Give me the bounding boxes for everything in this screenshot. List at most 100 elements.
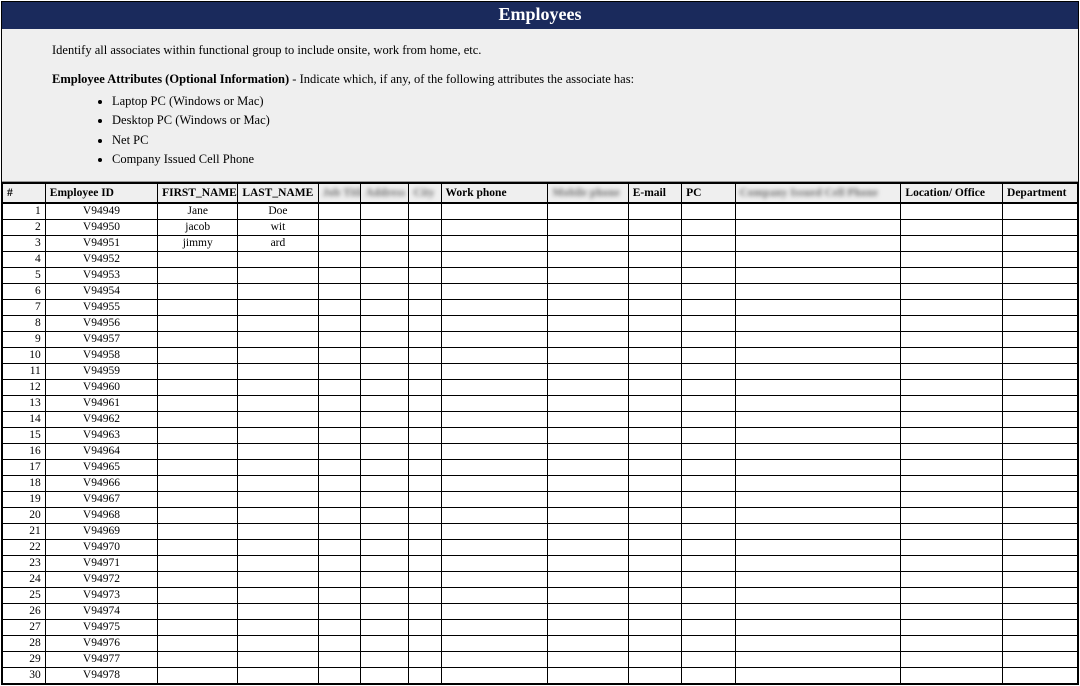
cell-employee-id[interactable]: V94975 bbox=[45, 620, 157, 636]
cell-blurred-d[interactable] bbox=[548, 540, 628, 556]
cell-pc[interactable] bbox=[682, 652, 735, 668]
cell-email[interactable] bbox=[628, 284, 681, 300]
cell-first-name[interactable] bbox=[158, 540, 238, 556]
cell-row-number[interactable]: 10 bbox=[3, 348, 46, 364]
cell-blurred-b[interactable] bbox=[361, 332, 409, 348]
cell-pc[interactable] bbox=[682, 284, 735, 300]
cell-blurred-d[interactable] bbox=[548, 444, 628, 460]
cell-blurred-e[interactable] bbox=[735, 508, 901, 524]
cell-first-name[interactable] bbox=[158, 252, 238, 268]
cell-email[interactable] bbox=[628, 492, 681, 508]
cell-email[interactable] bbox=[628, 636, 681, 652]
cell-work-phone[interactable] bbox=[441, 220, 548, 236]
cell-blurred-c[interactable] bbox=[409, 476, 441, 492]
cell-blurred-d[interactable] bbox=[548, 604, 628, 620]
cell-department[interactable] bbox=[1003, 476, 1078, 492]
cell-blurred-a[interactable] bbox=[318, 348, 361, 364]
cell-last-name[interactable] bbox=[238, 604, 318, 620]
cell-row-number[interactable]: 7 bbox=[3, 300, 46, 316]
cell-row-number[interactable]: 1 bbox=[3, 203, 46, 220]
cell-last-name[interactable] bbox=[238, 364, 318, 380]
cell-row-number[interactable]: 16 bbox=[3, 444, 46, 460]
cell-blurred-c[interactable] bbox=[409, 588, 441, 604]
cell-blurred-c[interactable] bbox=[409, 668, 441, 684]
cell-blurred-b[interactable] bbox=[361, 572, 409, 588]
cell-location[interactable] bbox=[901, 364, 1003, 380]
cell-employee-id[interactable]: V94977 bbox=[45, 652, 157, 668]
cell-location[interactable] bbox=[901, 203, 1003, 220]
cell-employee-id[interactable]: V94956 bbox=[45, 316, 157, 332]
cell-work-phone[interactable] bbox=[441, 476, 548, 492]
cell-employee-id[interactable]: V94954 bbox=[45, 284, 157, 300]
cell-blurred-a[interactable] bbox=[318, 364, 361, 380]
cell-last-name[interactable] bbox=[238, 540, 318, 556]
cell-employee-id[interactable]: V94971 bbox=[45, 556, 157, 572]
cell-email[interactable] bbox=[628, 444, 681, 460]
cell-department[interactable] bbox=[1003, 620, 1078, 636]
cell-email[interactable] bbox=[628, 396, 681, 412]
cell-blurred-b[interactable] bbox=[361, 652, 409, 668]
cell-employee-id[interactable]: V94959 bbox=[45, 364, 157, 380]
cell-blurred-e[interactable] bbox=[735, 668, 901, 684]
cell-location[interactable] bbox=[901, 396, 1003, 412]
cell-blurred-c[interactable] bbox=[409, 300, 441, 316]
cell-pc[interactable] bbox=[682, 236, 735, 252]
cell-blurred-d[interactable] bbox=[548, 332, 628, 348]
cell-employee-id[interactable]: V94970 bbox=[45, 540, 157, 556]
cell-email[interactable] bbox=[628, 332, 681, 348]
cell-location[interactable] bbox=[901, 460, 1003, 476]
cell-blurred-a[interactable] bbox=[318, 492, 361, 508]
cell-blurred-c[interactable] bbox=[409, 540, 441, 556]
cell-blurred-d[interactable] bbox=[548, 348, 628, 364]
cell-work-phone[interactable] bbox=[441, 284, 548, 300]
cell-blurred-b[interactable] bbox=[361, 236, 409, 252]
cell-employee-id[interactable]: V94964 bbox=[45, 444, 157, 460]
cell-blurred-a[interactable] bbox=[318, 476, 361, 492]
cell-blurred-e[interactable] bbox=[735, 444, 901, 460]
cell-email[interactable] bbox=[628, 428, 681, 444]
cell-location[interactable] bbox=[901, 668, 1003, 684]
cell-pc[interactable] bbox=[682, 588, 735, 604]
cell-department[interactable] bbox=[1003, 652, 1078, 668]
cell-pc[interactable] bbox=[682, 636, 735, 652]
cell-blurred-c[interactable] bbox=[409, 236, 441, 252]
cell-employee-id[interactable]: V94955 bbox=[45, 300, 157, 316]
cell-blurred-c[interactable] bbox=[409, 508, 441, 524]
cell-blurred-c[interactable] bbox=[409, 556, 441, 572]
cell-location[interactable] bbox=[901, 476, 1003, 492]
cell-blurred-e[interactable] bbox=[735, 540, 901, 556]
cell-blurred-b[interactable] bbox=[361, 444, 409, 460]
cell-blurred-a[interactable] bbox=[318, 252, 361, 268]
cell-row-number[interactable]: 9 bbox=[3, 332, 46, 348]
cell-employee-id[interactable]: V94953 bbox=[45, 268, 157, 284]
cell-blurred-d[interactable] bbox=[548, 460, 628, 476]
cell-location[interactable] bbox=[901, 348, 1003, 364]
cell-department[interactable] bbox=[1003, 396, 1078, 412]
cell-first-name[interactable] bbox=[158, 620, 238, 636]
cell-row-number[interactable]: 29 bbox=[3, 652, 46, 668]
cell-work-phone[interactable] bbox=[441, 620, 548, 636]
cell-work-phone[interactable] bbox=[441, 572, 548, 588]
cell-blurred-e[interactable] bbox=[735, 236, 901, 252]
cell-blurred-b[interactable] bbox=[361, 364, 409, 380]
cell-email[interactable] bbox=[628, 220, 681, 236]
cell-row-number[interactable]: 23 bbox=[3, 556, 46, 572]
cell-department[interactable] bbox=[1003, 444, 1078, 460]
cell-blurred-d[interactable] bbox=[548, 588, 628, 604]
cell-blurred-a[interactable] bbox=[318, 556, 361, 572]
cell-row-number[interactable]: 3 bbox=[3, 236, 46, 252]
cell-blurred-b[interactable] bbox=[361, 588, 409, 604]
cell-employee-id[interactable]: V94976 bbox=[45, 636, 157, 652]
cell-first-name[interactable] bbox=[158, 316, 238, 332]
cell-email[interactable] bbox=[628, 268, 681, 284]
cell-row-number[interactable]: 18 bbox=[3, 476, 46, 492]
cell-work-phone[interactable] bbox=[441, 412, 548, 428]
cell-department[interactable] bbox=[1003, 492, 1078, 508]
cell-row-number[interactable]: 8 bbox=[3, 316, 46, 332]
cell-first-name[interactable] bbox=[158, 524, 238, 540]
cell-work-phone[interactable] bbox=[441, 460, 548, 476]
cell-email[interactable] bbox=[628, 300, 681, 316]
cell-blurred-a[interactable] bbox=[318, 300, 361, 316]
cell-blurred-a[interactable] bbox=[318, 220, 361, 236]
cell-department[interactable] bbox=[1003, 316, 1078, 332]
